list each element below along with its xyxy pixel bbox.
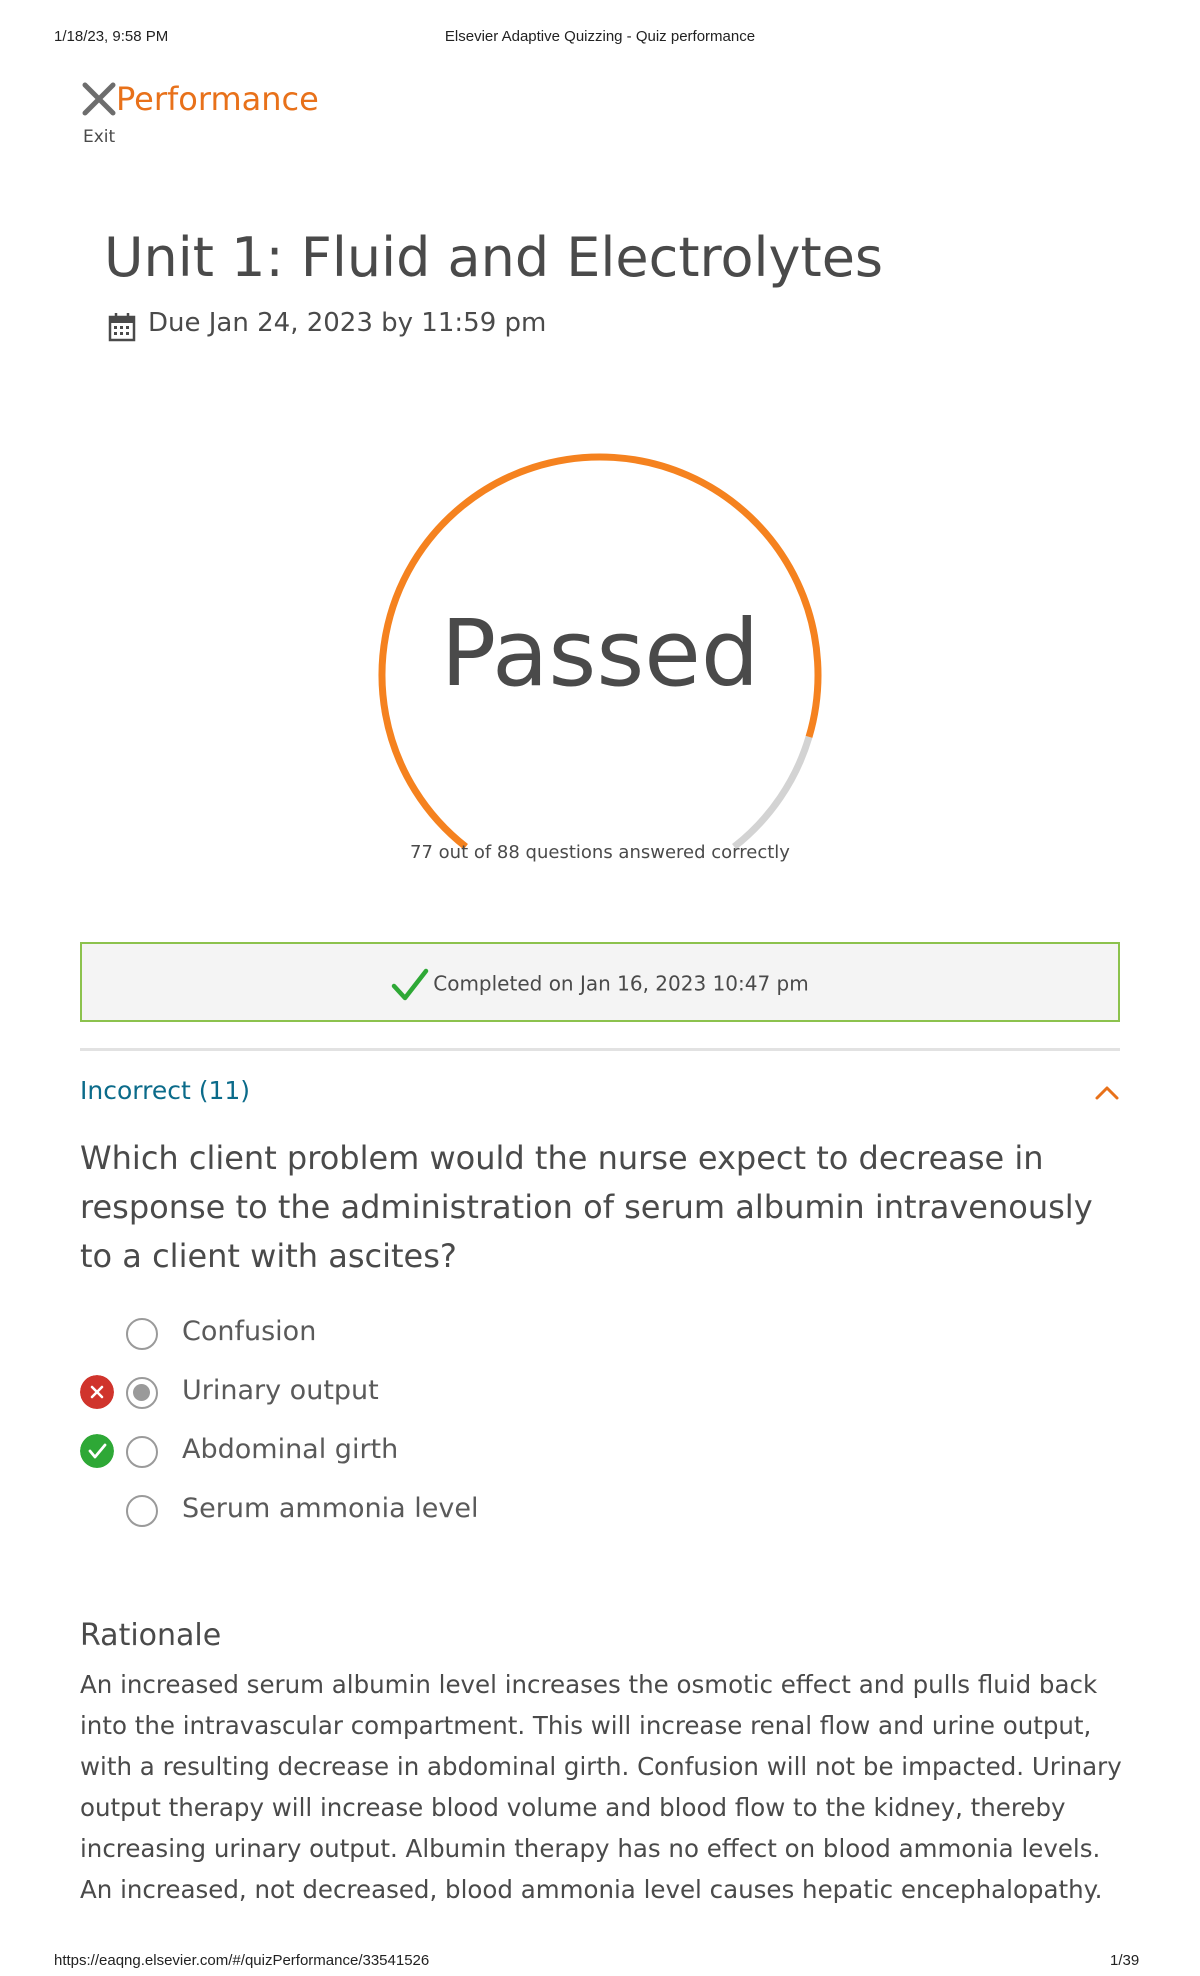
question-text: Which client problem would the nurse exp…: [80, 1139, 1093, 1275]
radio-button-selected[interactable]: [126, 1377, 158, 1409]
due-date: Due Jan 24, 2023 by 11:59 pm: [148, 308, 547, 338]
close-icon[interactable]: [80, 80, 118, 118]
option-label: Serum ammonia level: [182, 1493, 479, 1524]
correct-mark-icon: [80, 1434, 114, 1468]
option-label: Confusion: [182, 1316, 317, 1347]
score-summary: 77 out of 88 questions answered correctl…: [410, 842, 790, 863]
completion-text: Completed on Jan 16, 2023 10:47 pm: [433, 971, 809, 996]
quiz-title: Unit 1: Fluid and Electrolytes: [104, 226, 884, 289]
radio-button[interactable]: [126, 1495, 158, 1527]
incorrect-mark-icon: [80, 1375, 114, 1409]
incorrect-section-toggle[interactable]: Incorrect (11): [80, 1076, 250, 1105]
checkmark-icon: [392, 968, 429, 1001]
section-divider: [80, 1048, 1120, 1051]
rationale-text: An increased serum albumin level increas…: [80, 1670, 1122, 1904]
option-label: Urinary output: [182, 1375, 379, 1406]
print-page-title: Elsevier Adaptive Quizzing - Quiz perfor…: [444, 28, 756, 45]
option-label: Abdominal girth: [182, 1434, 399, 1465]
print-url: https://eaqng.elsevier.com/#/quizPerform…: [54, 1952, 430, 1969]
chevron-up-icon[interactable]: [1094, 1084, 1120, 1102]
radio-button[interactable]: [126, 1318, 158, 1350]
page-header-title: Performance: [116, 80, 319, 118]
exit-button[interactable]: Exit: [83, 127, 115, 147]
rationale-heading: Rationale: [80, 1618, 222, 1653]
calendar-icon: [108, 313, 136, 342]
print-page-number: 1/39: [1110, 1952, 1140, 1969]
radio-button[interactable]: [126, 1436, 158, 1468]
gauge-track: [732, 735, 813, 850]
pass-status: Passed: [440, 600, 760, 707]
completion-banner: Completed on Jan 16, 2023 10:47 pm: [80, 942, 1120, 1022]
